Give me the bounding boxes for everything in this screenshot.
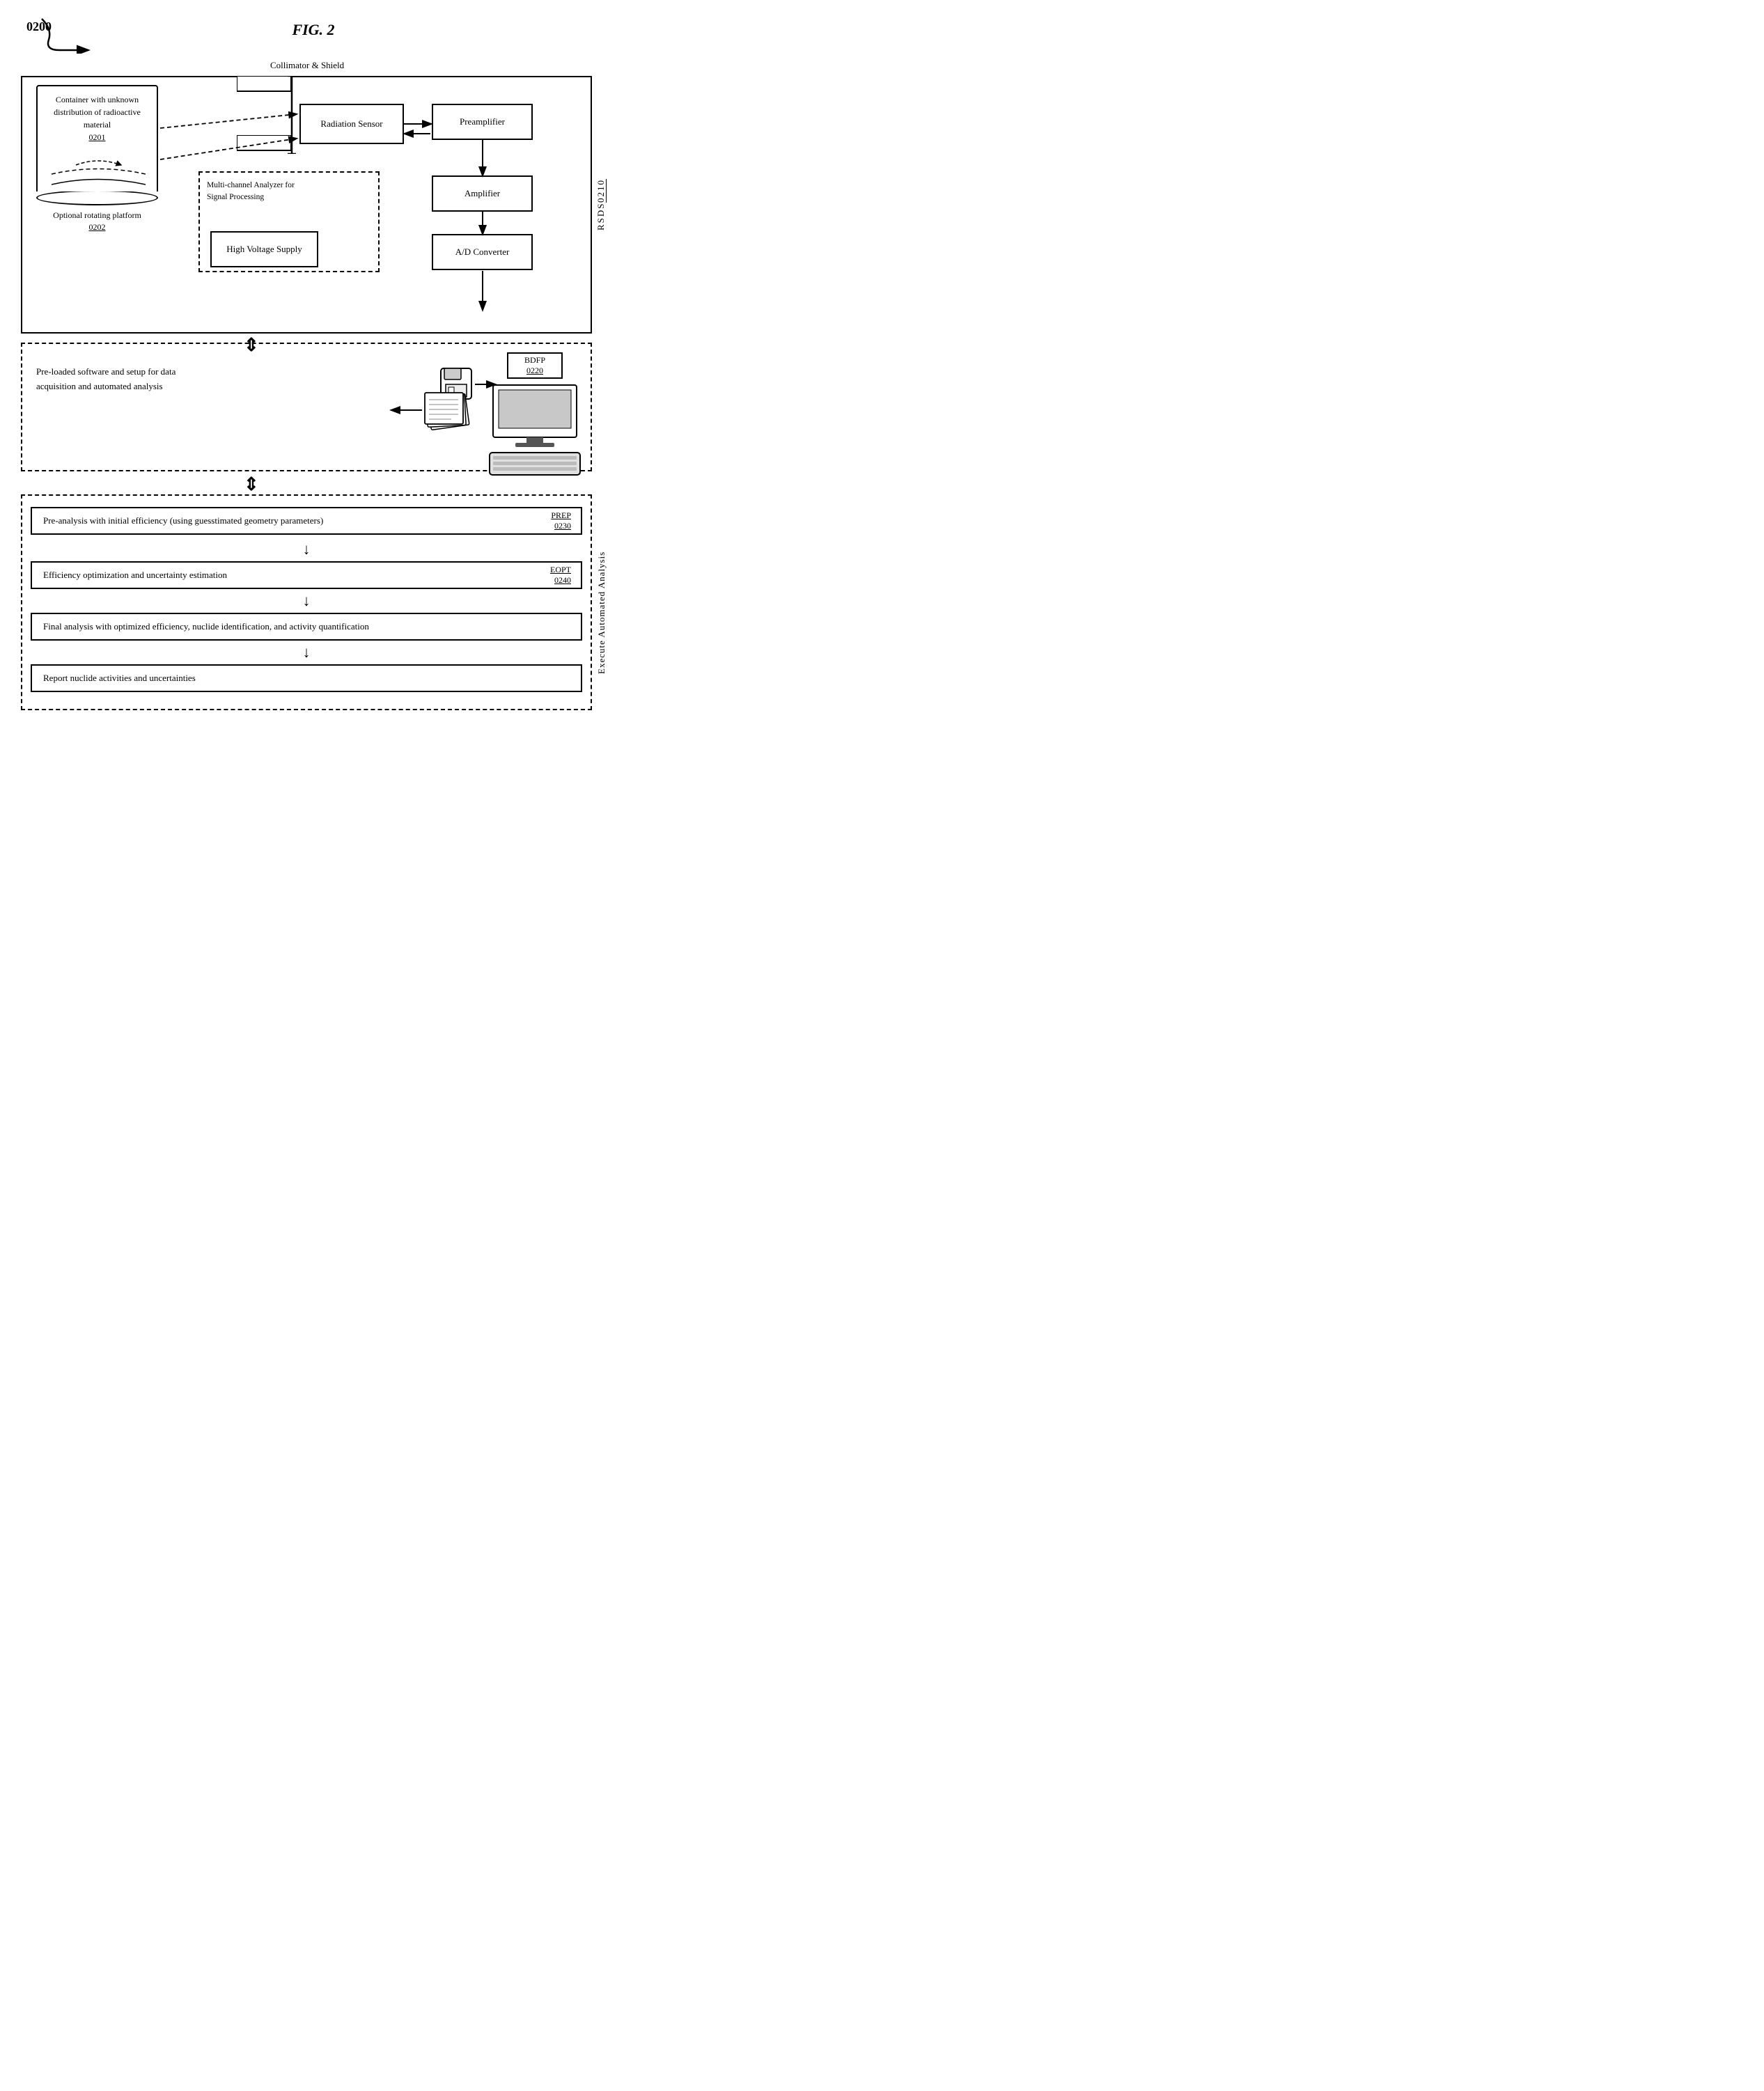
- collimator-label: Collimator & Shield: [270, 60, 344, 71]
- amplifier-label: Amplifier: [465, 188, 500, 199]
- step4-text: Report nuclide activities and uncertaint…: [43, 673, 196, 684]
- container-text: Container with unknown distribution of r…: [54, 95, 141, 130]
- printout-arrow-icon: [389, 403, 423, 417]
- step1-text: Pre-analysis with initial efficiency (us…: [43, 515, 323, 526]
- computer-monitor-icon: [486, 382, 584, 451]
- rsds-label: RSDS 0210: [595, 76, 607, 334]
- keyboard-icon: [486, 451, 584, 479]
- preamplifier-label: Preamplifier: [460, 116, 505, 127]
- drum-curve-icon: [38, 150, 159, 191]
- arrow-step3-step4: ↓: [22, 643, 591, 661]
- mca-label: Multi-channel Analyzer for Signal Proces…: [207, 180, 297, 203]
- step4-box: Report nuclide activities and uncertaint…: [31, 664, 582, 692]
- double-arrow-rsds-bdfp: ⇕: [244, 335, 259, 356]
- ref-arrow-icon: [38, 15, 94, 54]
- radiation-sensor-box: Radiation Sensor: [299, 104, 404, 144]
- radiation-sensor-label: Radiation Sensor: [320, 118, 382, 130]
- amplifier-box: Amplifier: [432, 175, 533, 212]
- step1-label: PREP 0230: [551, 510, 571, 531]
- preamplifier-box: Preamplifier: [432, 104, 533, 140]
- bdfp-section: Pre-loaded software and setup for data a…: [21, 343, 592, 471]
- container-area: Container with unknown distribution of r…: [36, 85, 158, 233]
- bdfp-text: Pre-loaded software and setup for data a…: [36, 365, 196, 394]
- adc-label: A/D Converter: [455, 246, 510, 258]
- double-arrow-bdfp-eaa: ⇕: [244, 474, 259, 495]
- bdfp-monitor-label: BDFP 0220: [507, 352, 563, 379]
- hvs-box: High Voltage Supply: [210, 231, 318, 267]
- drum-body: [36, 150, 158, 191]
- adc-box: A/D Converter: [432, 234, 533, 270]
- arrow-step2-step3: ↓: [22, 592, 591, 610]
- eaa-label: Execute Automated Analysis: [596, 494, 607, 731]
- rotating-platform-label: Optional rotating platform 0202: [36, 210, 158, 233]
- arrow-step1-step2: ↓: [22, 540, 591, 558]
- container-ref: 0201: [42, 131, 153, 143]
- drum-bottom-ellipse: [36, 190, 158, 205]
- page-container: 0200 FIG. 2 RSDS 0210 Collimator & Shiel…: [21, 21, 606, 39]
- step2-text: Efficiency optimization and uncertainty …: [43, 570, 227, 581]
- eaa-section: Pre-analysis with initial efficiency (us…: [21, 494, 592, 710]
- step1-box: Pre-analysis with initial efficiency (us…: [31, 507, 582, 535]
- step2-box: Efficiency optimization and uncertainty …: [31, 561, 582, 589]
- container-box: Container with unknown distribution of r…: [36, 85, 158, 152]
- figure-title: FIG. 2: [21, 21, 606, 39]
- printout-area: [423, 389, 479, 434]
- bdfp-computer: BDFP 0220: [486, 352, 584, 483]
- step3-box: Final analysis with optimized efficiency…: [31, 613, 582, 641]
- hvs-label: High Voltage Supply: [226, 243, 302, 256]
- step3-text: Final analysis with optimized efficiency…: [43, 621, 369, 632]
- papers-icon: [423, 389, 479, 431]
- step2-label: EOPT 0240: [550, 565, 571, 586]
